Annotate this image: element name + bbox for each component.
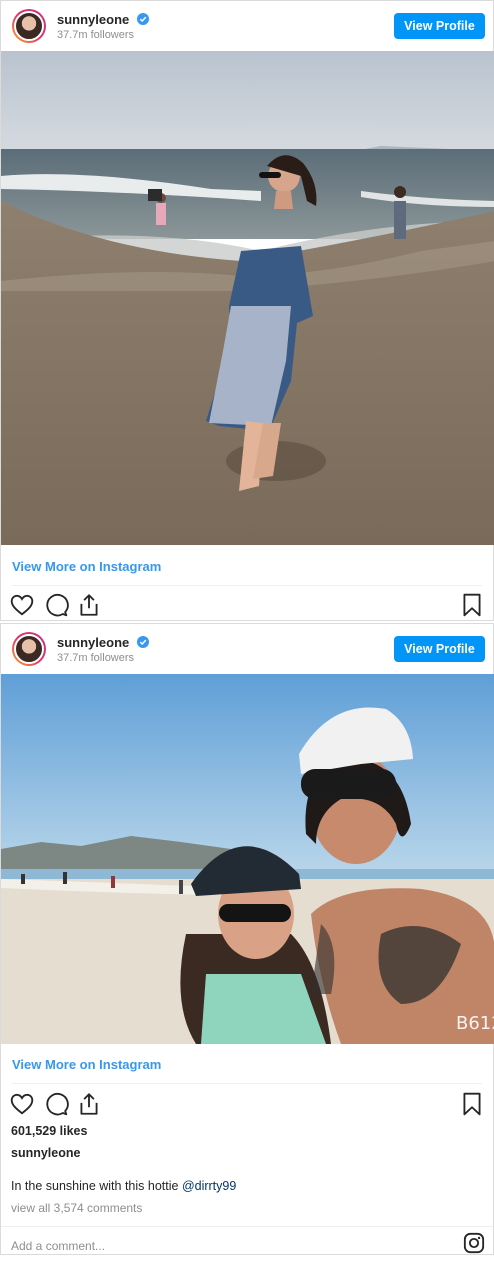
caption-username[interactable]: sunnyleone xyxy=(11,1146,80,1160)
heart-icon[interactable] xyxy=(9,592,35,618)
verified-badge-icon xyxy=(136,13,149,25)
view-more-on-instagram-link[interactable]: View More on Instagram xyxy=(12,1057,161,1072)
view-profile-button[interactable]: View Profile xyxy=(394,636,485,662)
share-icon[interactable] xyxy=(76,592,102,618)
heart-icon[interactable] xyxy=(9,1091,35,1117)
photo-watermark: B612 xyxy=(456,1013,494,1034)
follower-count: 37.7m followers xyxy=(57,652,135,664)
bookmark-icon[interactable] xyxy=(459,1091,485,1117)
caption-mention-link[interactable]: @dirrty99 xyxy=(182,1179,236,1193)
view-more-on-instagram-link[interactable]: View More on Instagram xyxy=(12,559,161,574)
avatar[interactable] xyxy=(12,9,46,43)
post-header: sunnyleone 37.7m followers View Profile xyxy=(1,624,493,674)
share-icon[interactable] xyxy=(76,1091,102,1117)
action-bar xyxy=(1,590,493,620)
like-count[interactable]: 601,529 likes xyxy=(11,1124,87,1138)
add-comment-input[interactable]: Add a comment... xyxy=(11,1239,105,1253)
action-bar xyxy=(1,1089,493,1119)
verified-badge-icon xyxy=(136,636,149,648)
instagram-embed-post-1: sunnyleone 37.7m followers View Profile xyxy=(0,0,494,621)
post-caption: In the sunshine with this hottie @dirrty… xyxy=(11,1179,236,1193)
instagram-embed-post-2: sunnyleone 37.7m followers View Profile xyxy=(0,623,494,1255)
post-photo[interactable] xyxy=(1,51,494,545)
comment-bubble-icon[interactable] xyxy=(43,1091,69,1117)
view-profile-button[interactable]: View Profile xyxy=(394,13,485,39)
username-row[interactable]: sunnyleone xyxy=(57,635,149,650)
divider xyxy=(12,1083,482,1084)
follower-count: 37.7m followers xyxy=(57,29,135,41)
divider xyxy=(1,1226,493,1227)
avatar[interactable] xyxy=(12,632,46,666)
caption-text: In the sunshine with this hottie xyxy=(11,1179,182,1193)
username-row[interactable]: sunnyleone xyxy=(57,12,149,27)
username[interactable]: sunnyleone xyxy=(57,12,129,27)
bookmark-icon[interactable] xyxy=(459,592,485,618)
comment-bubble-icon[interactable] xyxy=(43,592,69,618)
post-photo[interactable]: B612 xyxy=(1,674,494,1044)
divider xyxy=(12,585,482,586)
instagram-logo-icon[interactable] xyxy=(463,1232,485,1254)
view-all-comments-link[interactable]: view all 3,574 comments xyxy=(11,1201,142,1215)
post-header: sunnyleone 37.7m followers View Profile xyxy=(1,1,493,51)
username[interactable]: sunnyleone xyxy=(57,635,129,650)
